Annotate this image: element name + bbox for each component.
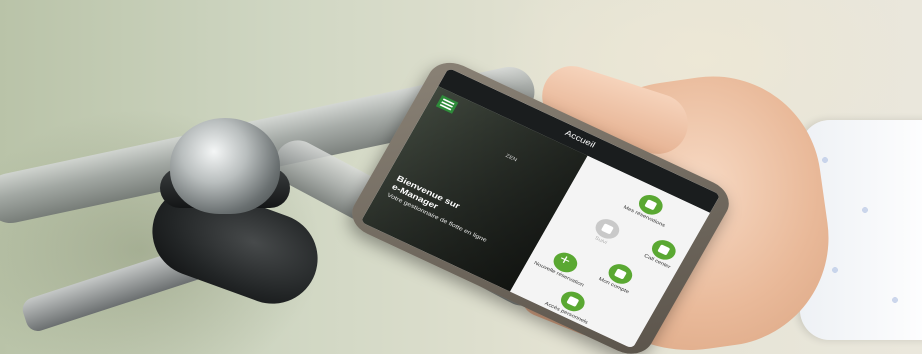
- bicycle-bell: [170, 118, 280, 214]
- photo-scene: Accueil ZEN Bienvenue sur e-Manager Votr…: [0, 0, 922, 354]
- tile-nouvelle-reservation[interactable]: Nouvelle réservation: [530, 242, 597, 290]
- tile-mon-compte[interactable]: Mon compte: [585, 253, 652, 301]
